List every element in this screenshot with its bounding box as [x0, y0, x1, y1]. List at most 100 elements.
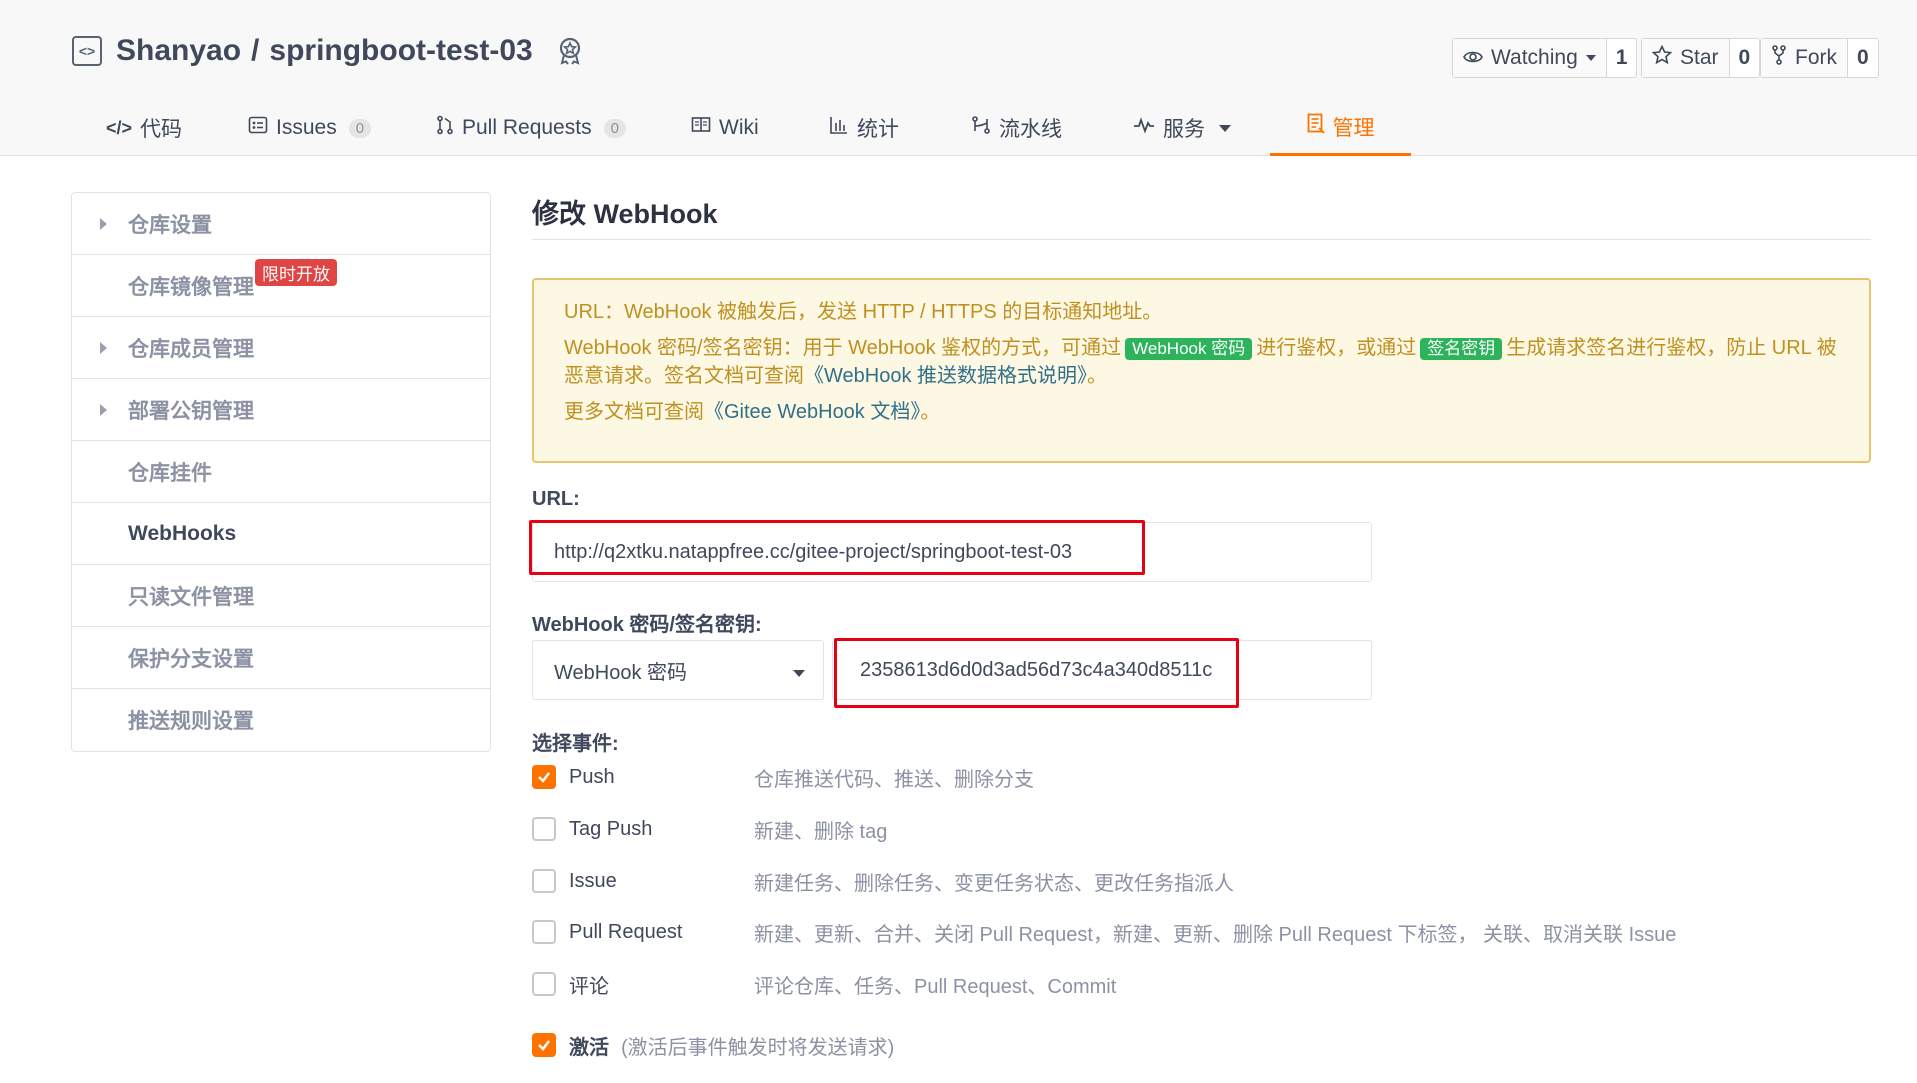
pull-requests-count-badge: 0: [603, 118, 626, 138]
event-name[interactable]: 评论: [569, 970, 754, 999]
pull-request-checkbox[interactable]: [532, 920, 556, 944]
event-name[interactable]: Tag Push: [569, 818, 754, 841]
tab-issues[interactable]: Issues 0: [248, 100, 372, 156]
repo-owner-link[interactable]: Shanyao: [116, 34, 241, 68]
event-desc: 新建、删除 tag: [754, 820, 888, 843]
sidebar-item-deploy-keys[interactable]: 部署公钥管理: [72, 379, 490, 441]
tab-stats-label: 统计: [857, 118, 899, 141]
code-icon: </>: [106, 117, 133, 138]
notice-line-docs: 更多文档可查阅《Gitee WebHook 文档》。: [564, 398, 1839, 426]
tab-code[interactable]: </> 代码: [106, 100, 182, 156]
push-data-format-link[interactable]: 《WebHook 推送数据格式说明》: [804, 365, 1087, 387]
event-desc: 新建任务、删除任务、变更任务状态、更改任务指派人: [754, 872, 1234, 895]
secret-type-value: WebHook 密码: [554, 661, 688, 684]
caret-right-icon: [100, 404, 107, 416]
sidebar-item-webhooks[interactable]: WebHooks: [72, 503, 490, 565]
sidebar-item-label: 仓库镜像管理: [128, 275, 254, 299]
tab-manage[interactable]: 管理: [1270, 100, 1411, 156]
tab-manage-label: 管理: [1332, 116, 1375, 140]
sidebar-item-push-rules[interactable]: 推送规则设置: [72, 689, 490, 751]
fork-button-group[interactable]: Fork 0: [1760, 38, 1879, 78]
repo-separator: /: [251, 34, 260, 67]
sidebar-item-members[interactable]: 仓库成员管理: [72, 317, 490, 379]
tab-issues-label: Issues: [276, 116, 337, 139]
watch-count[interactable]: 1: [1607, 39, 1637, 77]
secret-label: WebHook 密码/签名密钥:: [532, 614, 762, 636]
comment-checkbox[interactable]: [532, 972, 556, 996]
repo-header: <> Shanyao / springboot-test-03 Watching…: [0, 0, 1917, 156]
tab-code-label: 代码: [140, 118, 183, 141]
activate-row: 激活 (激活后事件触发时将发送请求): [532, 1028, 1832, 1062]
tab-stats[interactable]: 统计: [829, 100, 899, 156]
tab-pull-requests[interactable]: Pull Requests 0: [436, 100, 626, 156]
award-icon[interactable]: [555, 36, 585, 66]
caret-right-icon: [100, 218, 107, 230]
bar-chart-icon: [829, 115, 849, 141]
star-count[interactable]: 0: [1730, 39, 1760, 77]
event-name[interactable]: Push: [569, 766, 754, 789]
gitee-webhook-docs-link[interactable]: 《Gitee WebHook 文档》: [704, 401, 920, 423]
watch-button-group[interactable]: Watching 1: [1452, 38, 1638, 78]
watch-button[interactable]: Watching: [1453, 39, 1607, 77]
sidebar-item-label: 部署公钥管理: [128, 399, 254, 423]
webhook-password-tag: WebHook 密码: [1125, 338, 1253, 360]
tab-pull-requests-label: Pull Requests: [462, 116, 592, 139]
fork-button[interactable]: Fork: [1761, 39, 1848, 77]
sidebar-item-label: 仓库设置: [128, 213, 212, 237]
tab-services-label: 服务: [1163, 118, 1205, 141]
caret-right-icon: [100, 342, 107, 354]
event-name[interactable]: Issue: [569, 870, 754, 893]
tab-pipeline[interactable]: 流水线: [971, 100, 1062, 156]
sidebar-item-readonly-files[interactable]: 只读文件管理: [72, 565, 490, 627]
tab-services[interactable]: 服务: [1133, 100, 1231, 156]
star-button[interactable]: Star: [1642, 39, 1730, 77]
settings-sidebar: 仓库设置 仓库镜像管理 限时开放 仓库成员管理 部署公钥管理 仓库挂件 WebH…: [71, 192, 491, 752]
notice-line-url: URL：WebHook 被触发后，发送 HTTP / HTTPS 的目标通知地址…: [564, 301, 1163, 323]
star-label: Star: [1680, 46, 1719, 69]
activate-checkbox[interactable]: [532, 1033, 556, 1057]
fork-label: Fork: [1795, 46, 1837, 69]
sidebar-item-label: WebHooks: [128, 521, 237, 545]
fork-count[interactable]: 0: [1848, 39, 1878, 77]
activate-label[interactable]: 激活: [569, 1031, 609, 1060]
caret-down-icon: [793, 670, 805, 677]
push-checkbox[interactable]: [532, 765, 556, 789]
event-desc: 评论仓库、任务、Pull Request、Commit: [754, 975, 1117, 998]
book-icon: [691, 116, 711, 140]
event-desc: 新建、更新、合并、关闭 Pull Request，新建、更新、删除 Pull R…: [754, 923, 1677, 946]
event-row-issue: Issue 新建任务、删除任务、变更任务状态、更改任务指派人: [532, 864, 1832, 898]
tab-wiki-label: Wiki: [719, 116, 759, 139]
tab-wiki[interactable]: Wiki: [691, 100, 759, 156]
event-name[interactable]: Pull Request: [569, 921, 754, 944]
star-button-group[interactable]: Star 0: [1641, 38, 1761, 78]
tag-push-checkbox[interactable]: [532, 817, 556, 841]
sidebar-item-label: 只读文件管理: [128, 585, 254, 609]
fork-icon: [1771, 45, 1787, 71]
sidebar-item-label: 保护分支设置: [128, 647, 254, 671]
caret-down-icon: [1219, 124, 1231, 132]
issue-icon: [248, 115, 268, 141]
issue-checkbox[interactable]: [532, 869, 556, 893]
url-highlight-box: [529, 520, 1145, 575]
pulse-icon: [1133, 116, 1155, 140]
repo-name-link[interactable]: springboot-test-03: [269, 34, 532, 68]
watch-label: Watching: [1491, 46, 1578, 69]
event-row-tag-push: Tag Push 新建、删除 tag: [532, 812, 1832, 846]
issues-count-badge: 0: [348, 118, 372, 138]
document-icon: [1307, 113, 1325, 141]
event-desc: 仓库推送代码、推送、删除分支: [754, 768, 1034, 791]
secret-highlight-box: [834, 638, 1239, 708]
url-label: URL:: [532, 488, 580, 510]
notice-text: 。: [1087, 365, 1108, 387]
sidebar-item-mirror[interactable]: 仓库镜像管理 限时开放: [72, 255, 490, 317]
notice-text: 进行鉴权，或通过: [1256, 337, 1417, 359]
page-title: 修改 WebHook: [532, 192, 1871, 240]
sidebar-item-repo-settings[interactable]: 仓库设置: [72, 193, 490, 255]
sidebar-item-widgets[interactable]: 仓库挂件: [72, 441, 490, 503]
event-row-push: Push 仓库推送代码、推送、删除分支: [532, 760, 1832, 794]
sidebar-item-protected-branches[interactable]: 保护分支设置: [72, 627, 490, 689]
sidebar-item-label: 仓库成员管理: [128, 337, 254, 361]
pipeline-icon: [971, 115, 991, 141]
secret-type-select[interactable]: WebHook 密码: [532, 640, 824, 700]
repo-title: <> Shanyao / springboot-test-03: [72, 34, 585, 68]
